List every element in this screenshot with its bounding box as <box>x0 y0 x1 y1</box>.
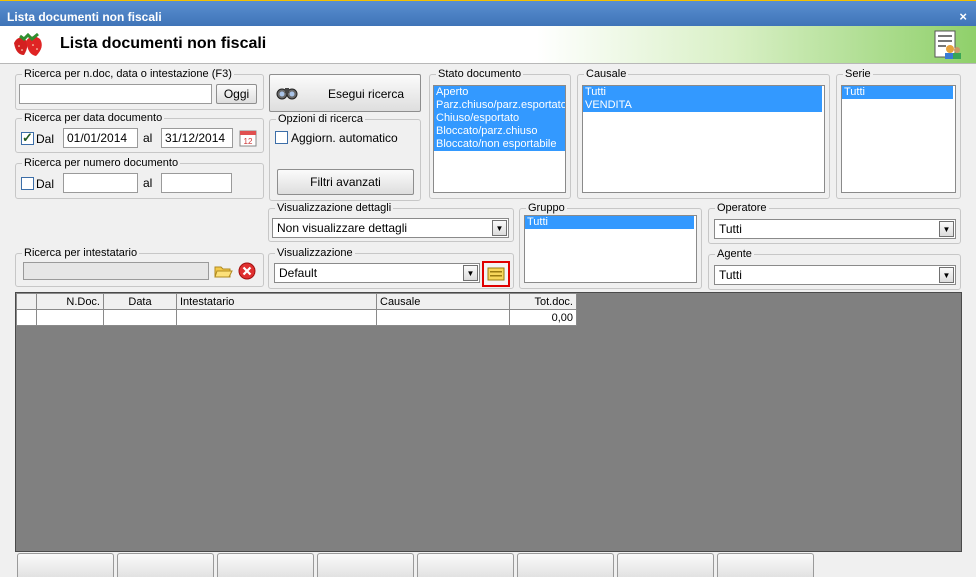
toolbar-button-7[interactable] <box>617 553 714 577</box>
causale-legend: Causale <box>586 68 627 80</box>
column-header[interactable]: Intestatario <box>176 293 377 310</box>
table-cell[interactable]: 0,00 <box>509 309 577 326</box>
chevron-down-icon[interactable]: ▼ <box>463 265 478 281</box>
auto-update-checkbox[interactable] <box>275 131 288 144</box>
list-item[interactable]: Chiuso/esportato <box>434 112 565 125</box>
serie-legend: Serie <box>845 68 871 80</box>
column-header[interactable]: N.Doc. <box>36 293 104 310</box>
list-item[interactable]: Tutti <box>842 86 953 99</box>
holder-search-input[interactable] <box>23 262 209 280</box>
operatore-legend: Operatore <box>717 202 767 214</box>
document-status-legend: Stato documento <box>438 68 522 80</box>
toolbar-button-5[interactable] <box>417 553 514 577</box>
number-to-label: al <box>143 176 153 190</box>
clear-red-icon[interactable] <box>237 261 257 281</box>
table-cell[interactable] <box>176 309 377 326</box>
gruppo-legend: Gruppo <box>528 202 565 214</box>
folder-open-icon[interactable] <box>213 261 233 281</box>
window-titlebar: Lista documenti non fiscali × <box>0 0 976 26</box>
date-to-label: al <box>143 131 153 145</box>
execute-search-button[interactable]: Esegui ricerca <box>269 74 421 112</box>
table-cell[interactable] <box>36 309 104 326</box>
number-to-input[interactable] <box>161 173 232 193</box>
toolbar-button-4[interactable] <box>317 553 414 577</box>
column-header[interactable]: Causale <box>376 293 510 310</box>
table-cell[interactable] <box>16 309 37 326</box>
strawberry-icon <box>14 32 42 56</box>
date-search-checkbox[interactable] <box>21 130 34 146</box>
gruppo-list[interactable]: Tutti <box>524 215 697 283</box>
execute-search-label: Esegui ricerca <box>328 87 405 101</box>
view-value: Default <box>279 266 318 280</box>
column-header[interactable]: Tot.doc. <box>509 293 577 310</box>
chevron-down-icon[interactable]: ▼ <box>492 220 507 236</box>
toolbar-button-2[interactable] <box>117 553 214 577</box>
list-item[interactable]: Parz.chiuso/parz.esportato <box>434 99 565 112</box>
toolbar-button-6[interactable] <box>517 553 614 577</box>
text-search-legend: Ricerca per n.doc, data o intestazione (… <box>24 68 232 80</box>
chevron-down-icon[interactable]: ▼ <box>939 267 954 283</box>
causale-list[interactable]: Tutti VENDITA <box>582 85 825 193</box>
details-view-legend: Visualizzazione dettagli <box>277 202 392 214</box>
toolbar-button-8[interactable] <box>717 553 814 577</box>
advanced-filters-button[interactable]: Filtri avanzati <box>277 169 414 195</box>
list-item[interactable]: VENDITA <box>583 99 822 112</box>
number-search-legend: Ricerca per numero documento <box>24 157 179 169</box>
agente-legend: Agente <box>717 248 752 260</box>
list-item[interactable]: Bloccato/non esportabile <box>434 138 565 151</box>
search-options-legend: Opzioni di ricerca <box>278 113 363 125</box>
view-legend: Visualizzazione <box>277 247 353 259</box>
number-from-label: Dal <box>36 177 55 191</box>
operatore-select[interactable]: Tutti ▼ <box>714 219 956 239</box>
layout-edit-button[interactable] <box>482 261 510 287</box>
agente-select[interactable]: Tutti ▼ <box>714 265 956 285</box>
table-row[interactable]: 0,00 <box>16 309 577 326</box>
table-cell[interactable] <box>376 309 510 326</box>
number-search-checkbox[interactable] <box>21 177 34 190</box>
operatore-value: Tutti <box>719 222 742 236</box>
date-from-label: Dal <box>36 132 55 146</box>
agente-value: Tutti <box>719 268 742 282</box>
column-header[interactable]: Data <box>103 293 177 310</box>
binoculars-icon <box>276 88 298 100</box>
details-view-select[interactable]: Non visualizzare dettagli ▼ <box>272 218 509 238</box>
table-header-row: N.Doc. Data Intestatario Causale Tot.doc… <box>16 293 577 310</box>
documents-grid[interactable]: N.Doc. Data Intestatario Causale Tot.doc… <box>15 292 962 552</box>
documents-table: N.Doc. Data Intestatario Causale Tot.doc… <box>16 293 577 326</box>
toolbar-button-1[interactable] <box>17 553 114 577</box>
number-from-input[interactable] <box>63 173 138 193</box>
column-header[interactable] <box>16 293 37 310</box>
date-from-input[interactable] <box>63 128 138 148</box>
text-search-input[interactable] <box>19 84 212 104</box>
report-users-icon[interactable] <box>932 29 962 61</box>
date-search-legend: Ricerca per data documento <box>24 112 163 124</box>
serie-list[interactable]: Tutti <box>841 85 956 193</box>
chevron-down-icon[interactable]: ▼ <box>939 221 954 237</box>
list-item[interactable]: Aperto <box>434 86 565 99</box>
auto-update-label: Aggiorn. automatico <box>291 131 398 145</box>
date-to-input[interactable] <box>161 128 233 148</box>
calendar-icon[interactable]: 12 <box>238 128 258 148</box>
today-button[interactable]: Oggi <box>216 84 257 104</box>
list-item[interactable]: Bloccato/parz.chiuso <box>434 125 565 138</box>
list-item[interactable]: Tutti <box>583 86 822 99</box>
view-select[interactable]: Default ▼ <box>274 263 480 283</box>
window-title: Lista documenti non fiscali <box>7 10 162 24</box>
layout-edit-icon <box>487 267 505 281</box>
svg-text:12: 12 <box>244 137 253 146</box>
toolbar-button-3[interactable] <box>217 553 314 577</box>
table-cell[interactable] <box>103 309 177 326</box>
list-item[interactable]: Tutti <box>525 216 694 229</box>
header-banner: Lista documenti non fiscali <box>0 26 976 64</box>
close-icon[interactable]: × <box>959 9 967 24</box>
details-view-value: Non visualizzare dettagli <box>277 221 408 235</box>
page-title: Lista documenti non fiscali <box>60 35 267 52</box>
document-status-list[interactable]: Aperto Parz.chiuso/parz.esportato Chiuso… <box>433 85 566 193</box>
holder-search-legend: Ricerca per intestatario <box>24 247 138 259</box>
